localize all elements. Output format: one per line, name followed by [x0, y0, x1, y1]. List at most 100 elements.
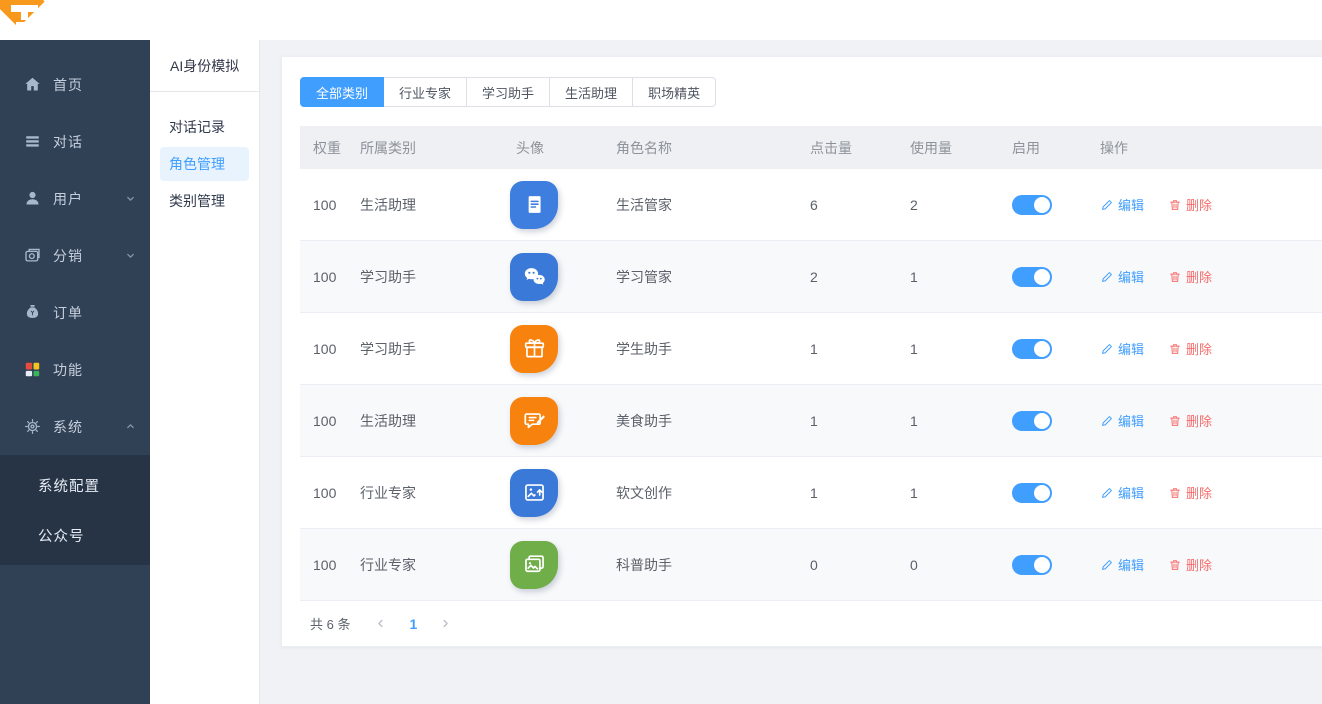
sidebar-subitem[interactable]: 系统配置 — [0, 460, 150, 510]
edit-button[interactable]: 编辑 — [1100, 555, 1144, 574]
delete-button[interactable]: 删除 — [1168, 555, 1212, 574]
delete-trash-icon — [1168, 486, 1182, 500]
enable-toggle[interactable] — [1012, 483, 1052, 503]
secondary-sidebar-title: AI身份模拟 — [150, 40, 259, 92]
table-row: 100 生活助理 生活管家 6 2 编辑 删除 — [300, 169, 1322, 241]
pagination: 共 6 条 1 — [300, 614, 1322, 633]
enable-toggle[interactable] — [1012, 267, 1052, 287]
sidebar-item-label: 订单 — [53, 303, 83, 323]
edit-pencil-icon — [1100, 342, 1114, 356]
sidebar-item-distribution[interactable]: 分销 — [0, 227, 150, 284]
edit-pencil-icon — [1100, 414, 1114, 428]
clicks-cell: 1 — [810, 485, 910, 501]
image-upload-avatar-icon — [521, 479, 548, 506]
enable-toggle[interactable] — [1012, 339, 1052, 359]
column-header: 操作 — [1093, 138, 1322, 158]
secondary-sidebar-menu: 对话记录角色管理类别管理 — [150, 92, 259, 218]
enable-toggle[interactable] — [1012, 555, 1052, 575]
weight-cell: 100 — [300, 341, 360, 357]
edit-pencil-icon — [1100, 198, 1114, 212]
home-icon — [23, 75, 42, 94]
sidebar-item-gear[interactable]: 系统 — [0, 398, 150, 455]
table-row: 100 行业专家 科普助手 0 0 编辑 删除 — [300, 529, 1322, 601]
edit-button[interactable]: 编辑 — [1100, 411, 1144, 430]
delete-trash-icon — [1168, 270, 1182, 284]
delete-button[interactable]: 删除 — [1168, 195, 1212, 214]
distribution-icon — [23, 246, 42, 265]
role-name-cell: 软文创作 — [616, 483, 810, 503]
clicks-cell: 0 — [810, 557, 910, 573]
sidebar-subitem[interactable]: 公众号 — [0, 510, 150, 560]
sidebar-item-order-bag[interactable]: 订单 — [0, 284, 150, 341]
sidebar-item-features-grid[interactable]: 功能 — [0, 341, 150, 398]
sidebar-item-label: 分销 — [53, 246, 83, 266]
category-cell: 行业专家 — [360, 483, 516, 503]
role-avatar — [510, 181, 558, 229]
current-page-number[interactable]: 1 — [409, 616, 417, 632]
role-name-cell: 学生助手 — [616, 339, 810, 359]
features-grid-icon — [23, 360, 42, 379]
weight-cell: 100 — [300, 269, 360, 285]
secondary-sidebar-item[interactable]: 类别管理 — [160, 184, 249, 218]
sidebar-item-home[interactable]: 首页 — [0, 56, 150, 113]
chevron-down-icon — [124, 192, 137, 205]
user-icon — [23, 189, 42, 208]
column-header: 启用 — [1012, 138, 1093, 158]
role-name-cell: 科普助手 — [616, 555, 810, 575]
role-avatar — [510, 325, 558, 373]
secondary-sidebar-item[interactable]: 对话记录 — [160, 110, 249, 144]
delete-button[interactable]: 删除 — [1168, 411, 1212, 430]
delete-button[interactable]: 删除 — [1168, 339, 1212, 358]
secondary-sidebar-item[interactable]: 角色管理 — [160, 147, 249, 181]
category-tab[interactable]: 学习助手 — [467, 77, 550, 107]
doc-avatar-icon — [521, 191, 548, 218]
gear-icon — [23, 417, 42, 436]
order-bag-icon — [23, 303, 42, 322]
sidebar-item-label: 功能 — [53, 360, 83, 380]
role-avatar — [510, 253, 558, 301]
usage-cell: 1 — [910, 485, 1012, 501]
usage-cell: 1 — [910, 413, 1012, 429]
sidebar-item-user[interactable]: 用户 — [0, 170, 150, 227]
category-tab[interactable]: 生活助理 — [550, 77, 633, 107]
edit-button[interactable]: 编辑 — [1100, 339, 1144, 358]
sidebar-item-label: 对话 — [53, 132, 83, 152]
table-row: 100 行业专家 软文创作 1 1 编辑 删除 — [300, 457, 1322, 529]
roles-table: 权重所属类别头像角色名称点击量使用量启用操作 100 生活助理 生活管家 6 2… — [300, 126, 1322, 601]
table-row: 100 学习助手 学习管家 2 1 编辑 删除 — [300, 241, 1322, 313]
category-cell: 行业专家 — [360, 555, 516, 575]
column-header: 点击量 — [810, 138, 910, 158]
table-row: 100 生活助理 美食助手 1 1 编辑 删除 — [300, 385, 1322, 457]
app-logo — [0, 0, 52, 40]
edit-pencil-icon — [1100, 486, 1114, 500]
edit-pencil-icon — [1100, 558, 1114, 572]
edit-button[interactable]: 编辑 — [1100, 483, 1144, 502]
weight-cell: 100 — [300, 485, 360, 501]
chevron-down-icon — [124, 249, 137, 262]
next-page-button[interactable] — [439, 617, 452, 630]
enable-toggle[interactable] — [1012, 195, 1052, 215]
clicks-cell: 1 — [810, 341, 910, 357]
sidebar-item-chat-list[interactable]: 对话 — [0, 113, 150, 170]
clicks-cell: 6 — [810, 197, 910, 213]
sidebar-item-label: 用户 — [53, 189, 83, 209]
enable-toggle[interactable] — [1012, 411, 1052, 431]
category-tab[interactable]: 职场精英 — [633, 77, 716, 107]
sidebar-item-label: 系统 — [53, 417, 83, 437]
delete-button[interactable]: 删除 — [1168, 483, 1212, 502]
category-tab[interactable]: 行业专家 — [384, 77, 467, 107]
prev-page-button[interactable] — [374, 617, 387, 630]
delete-button[interactable]: 删除 — [1168, 267, 1212, 286]
weight-cell: 100 — [300, 413, 360, 429]
role-avatar — [510, 397, 558, 445]
role-name-cell: 美食助手 — [616, 411, 810, 431]
category-tab[interactable]: 全部类别 — [300, 77, 384, 107]
edit-button[interactable]: 编辑 — [1100, 195, 1144, 214]
sidebar-item-label: 首页 — [53, 75, 83, 95]
gallery-avatar-icon — [521, 551, 548, 578]
pagination-total: 共 6 条 — [310, 614, 350, 633]
edit-button[interactable]: 编辑 — [1100, 267, 1144, 286]
wechat-avatar-icon — [521, 263, 548, 290]
usage-cell: 2 — [910, 197, 1012, 213]
chevron-up-icon — [124, 420, 137, 433]
